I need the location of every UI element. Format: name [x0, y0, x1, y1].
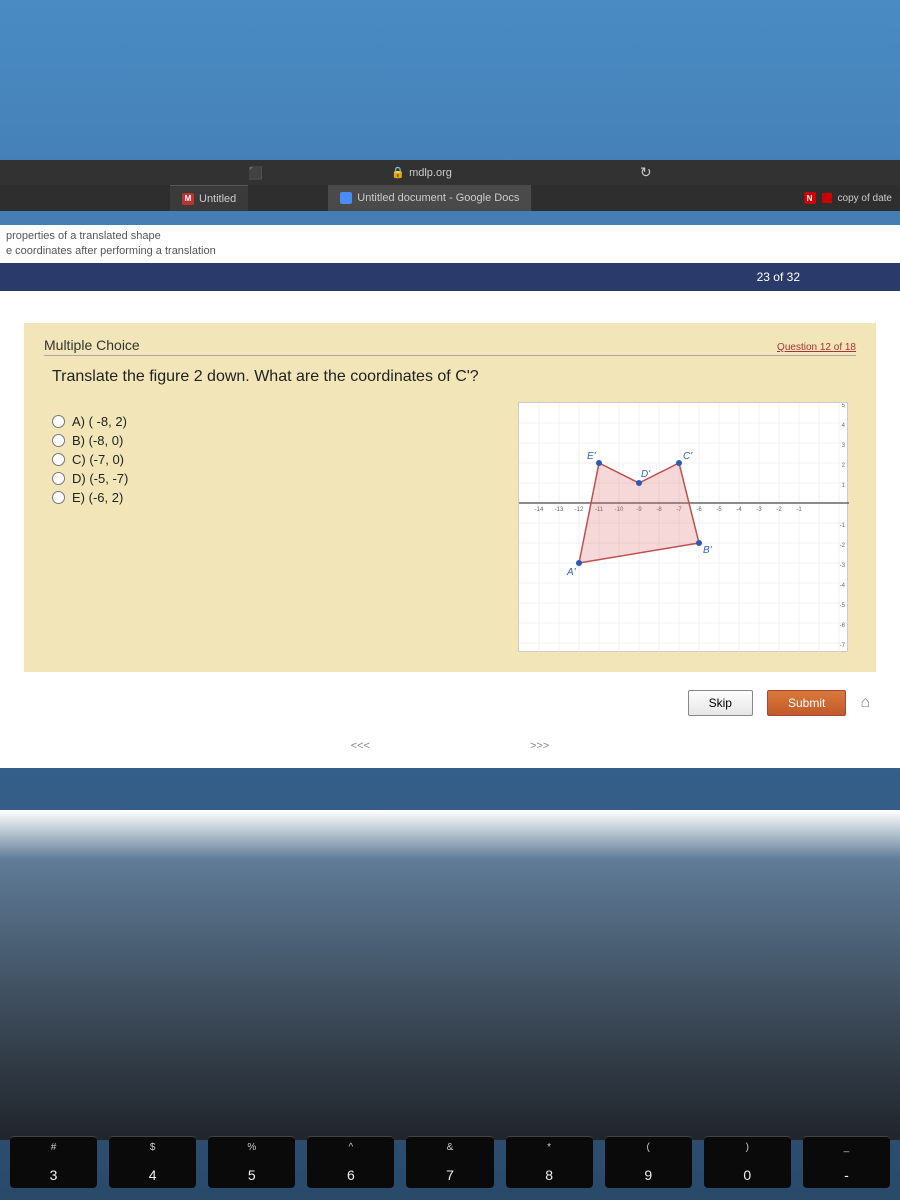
- tab-google-docs[interactable]: Untitled document - Google Docs: [328, 185, 531, 211]
- browser-chrome: ⬛ 🔒 mdlp.org ↻ M Untitled Untitled docum…: [0, 160, 900, 211]
- choice-e[interactable]: E) (-6, 2): [52, 488, 128, 507]
- svg-text:-5: -5: [716, 507, 722, 513]
- favicon-m-icon: M: [182, 193, 194, 205]
- svg-text:4: 4: [842, 423, 846, 429]
- svg-text:-1: -1: [840, 523, 846, 529]
- breadcrumb-line: e coordinates after performing a transla…: [6, 244, 894, 259]
- choice-label: C) (-7, 0): [72, 452, 124, 467]
- question-type-label: Multiple Choice: [44, 337, 140, 353]
- radio-a[interactable]: [52, 415, 65, 428]
- key-4: $4: [109, 1136, 196, 1188]
- key-9: (9: [605, 1136, 692, 1188]
- prev-button[interactable]: <<<: [351, 740, 370, 752]
- url-display[interactable]: 🔒 mdlp.org: [391, 166, 452, 179]
- choice-label: D) (-5, -7): [72, 471, 128, 486]
- svg-text:-4: -4: [736, 507, 742, 513]
- key-dash: _-: [803, 1136, 890, 1188]
- svg-text:-6: -6: [696, 507, 702, 513]
- choice-c[interactable]: C) (-7, 0): [52, 450, 128, 469]
- svg-text:A': A': [566, 567, 577, 578]
- skip-button[interactable]: Skip: [688, 690, 753, 716]
- svg-text:-2: -2: [840, 543, 846, 549]
- reload-icon[interactable]: ↻: [640, 164, 652, 181]
- tab-label: Untitled document - Google Docs: [357, 192, 519, 204]
- svg-text:-5: -5: [840, 603, 846, 609]
- tab-untitled[interactable]: M Untitled: [170, 185, 248, 211]
- graph-svg: -14-13-12-11-10-9-8-7-6-5-4-3-2-1 54321 …: [519, 403, 849, 653]
- key-0: )0: [704, 1136, 791, 1188]
- bottom-controls: Skip Submit ⌂: [30, 690, 870, 716]
- vignette-overlay: [0, 810, 900, 1140]
- svg-text:C': C': [683, 451, 693, 462]
- breadcrumb-line: properties of a translated shape: [6, 229, 894, 244]
- svg-text:-12: -12: [575, 507, 584, 513]
- next-button[interactable]: >>>: [530, 740, 549, 752]
- svg-text:B': B': [703, 545, 713, 556]
- key-5: %5: [208, 1136, 295, 1188]
- radio-c[interactable]: [52, 453, 65, 466]
- coordinate-graph: -14-13-12-11-10-9-8-7-6-5-4-3-2-1 54321 …: [518, 402, 848, 652]
- home-icon[interactable]: ⌂: [860, 694, 870, 712]
- question-body: A) ( -8, 2) B) (-8, 0) C) (-7, 0) D) (-5…: [52, 402, 848, 652]
- progress-bar: 23 of 32: [0, 263, 900, 291]
- lock-icon: 🔒: [391, 166, 405, 179]
- choice-b[interactable]: B) (-8, 0): [52, 431, 128, 450]
- radio-d[interactable]: [52, 472, 65, 485]
- svg-text:-4: -4: [840, 583, 846, 589]
- tab-row: M Untitled Untitled document - Google Do…: [0, 185, 900, 211]
- question-card: Multiple Choice Question 12 of 18 Transl…: [24, 323, 876, 672]
- svg-text:5: 5: [842, 403, 846, 409]
- answer-choices: A) ( -8, 2) B) (-8, 0) C) (-7, 0) D) (-5…: [52, 402, 128, 507]
- svg-text:-13: -13: [555, 507, 564, 513]
- svg-text:2: 2: [842, 463, 846, 469]
- question-header: Multiple Choice Question 12 of 18: [44, 337, 856, 356]
- svg-text:E': E': [587, 451, 597, 462]
- svg-text:3: 3: [842, 443, 846, 449]
- physical-keyboard: #3 $4 %5 ^6 &7 *8 (9 )0 _-: [0, 1130, 900, 1200]
- key-8: *8: [506, 1136, 593, 1188]
- nav-arrows: <<< >>>: [0, 724, 900, 768]
- svg-text:-7: -7: [840, 643, 846, 649]
- choice-label: E) (-6, 2): [72, 490, 123, 505]
- key-7: &7: [406, 1136, 493, 1188]
- tab-label: Untitled: [199, 193, 236, 205]
- url-host: mdlp.org: [409, 167, 452, 179]
- svg-text:-2: -2: [776, 507, 782, 513]
- svg-text:-3: -3: [756, 507, 762, 513]
- choice-label: B) (-8, 0): [72, 433, 123, 448]
- radio-b[interactable]: [52, 434, 65, 447]
- favicon-doc-icon: [340, 192, 352, 204]
- page-content: properties of a translated shape e coord…: [0, 225, 900, 768]
- key-3: #3: [10, 1136, 97, 1188]
- radio-e[interactable]: [52, 491, 65, 504]
- choice-d[interactable]: D) (-5, -7): [52, 469, 128, 488]
- choice-a[interactable]: A) ( -8, 2): [52, 412, 128, 431]
- shield-icon[interactable]: ⬛: [248, 166, 263, 180]
- question-prompt: Translate the figure 2 down. What are th…: [52, 368, 848, 386]
- breadcrumb: properties of a translated shape e coord…: [0, 225, 900, 263]
- key-6: ^6: [307, 1136, 394, 1188]
- red-flag-icon: [822, 193, 832, 203]
- submit-button[interactable]: Submit: [767, 690, 846, 716]
- svg-text:D': D': [641, 469, 651, 480]
- svg-text:-6: -6: [840, 623, 846, 629]
- choice-label: A) ( -8, 2): [72, 414, 127, 429]
- svg-text:-14: -14: [535, 507, 544, 513]
- svg-text:1: 1: [842, 483, 846, 489]
- tab-right: N copy of date: [804, 192, 900, 204]
- tab-right-label: copy of date: [838, 193, 892, 204]
- question-counter[interactable]: Question 12 of 18: [777, 342, 856, 353]
- svg-text:-1: -1: [796, 507, 802, 513]
- url-bar[interactable]: ⬛ 🔒 mdlp.org ↻: [0, 160, 900, 185]
- svg-text:-3: -3: [840, 563, 846, 569]
- favicon-n-icon: N: [804, 192, 816, 204]
- progress-text: 23 of 32: [757, 270, 800, 284]
